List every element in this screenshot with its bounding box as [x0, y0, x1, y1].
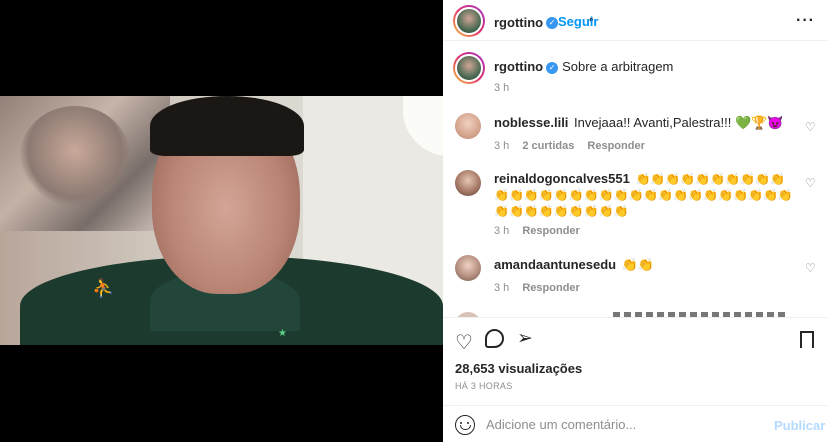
save-bookmark-icon[interactable] — [800, 331, 814, 350]
commenter-username[interactable]: noblesse.lili — [494, 115, 568, 130]
post-caption: rgottino ✓ Sobre a arbitragem — [494, 59, 673, 74]
avatar[interactable] — [453, 5, 485, 37]
caption-avatar[interactable] — [453, 52, 485, 84]
video-frame[interactable]: ⛹ ★ — [0, 96, 443, 345]
reply-button[interactable]: Responder — [522, 282, 579, 294]
commenter-avatar[interactable] — [455, 113, 481, 139]
star-icon: ★ — [278, 328, 287, 339]
post-header: rgottino ✓ • Seguir ··· — [443, 0, 828, 41]
emoji-picker-icon[interactable] — [455, 415, 475, 435]
like-heart-icon[interactable]: ♡ — [805, 176, 816, 190]
reply-button[interactable]: Responder — [587, 140, 644, 152]
view-count[interactable]: 28,653 visualizações — [455, 361, 582, 376]
comment-item-partial — [443, 310, 828, 317]
comments-list[interactable]: noblesse.lili Invejaaa!! Avanti,Palestra… — [443, 100, 828, 317]
comment-time: 3 h — [494, 225, 510, 237]
follow-button[interactable]: Seguir — [558, 14, 598, 29]
author-username[interactable]: rgottino — [494, 15, 543, 30]
like-heart-icon[interactable]: ♡ — [455, 330, 473, 355]
comment-text: 👏👏 — [621, 257, 655, 272]
comment-text: Invejaaa!! Avanti,Palestra!!! 💚🏆😈 — [574, 115, 784, 130]
jordan-logo-icon: ⛹ — [92, 278, 115, 298]
publish-button[interactable]: Publicar — [774, 418, 825, 433]
comment-time: 3 h — [494, 282, 510, 294]
more-options-icon[interactable]: ··· — [796, 12, 815, 30]
comment-bubble-icon[interactable] — [485, 329, 504, 348]
commenter-avatar[interactable] — [455, 255, 481, 281]
post-time-ago[interactable]: HÁ 3 HORAS — [455, 381, 513, 391]
caption-text: Sobre a arbitragem — [562, 59, 674, 74]
caption-timestamp: 3 h — [494, 82, 510, 94]
comment-input[interactable] — [486, 417, 766, 432]
post-actions: ♡ ➢ 28,653 visualizações HÁ 3 HORAS Publ… — [443, 317, 828, 442]
share-paper-plane-icon[interactable]: ➢ — [517, 327, 533, 350]
video-player[interactable]: ⛹ ★ — [0, 0, 443, 442]
like-heart-icon[interactable]: ♡ — [805, 261, 816, 275]
commenter-username[interactable]: reinaldogoncalves551 — [494, 171, 630, 186]
comment-time: 3 h — [494, 140, 510, 152]
caption-username[interactable]: rgottino — [494, 59, 543, 74]
verified-badge-icon: ✓ — [546, 61, 559, 74]
comment-likes[interactable]: 2 curtidas — [522, 140, 574, 152]
reply-button[interactable]: Responder — [522, 225, 579, 237]
commenter-avatar[interactable] — [455, 170, 481, 196]
verified-badge-icon: ✓ — [546, 16, 559, 29]
like-heart-icon[interactable]: ♡ — [805, 120, 816, 134]
add-comment-row: Publicar — [443, 405, 828, 442]
post-panel: rgottino ✓ • Seguir ··· rgottino ✓ Sobre a … — [443, 0, 828, 442]
commenter-username[interactable]: amandaantunesedu — [494, 257, 616, 272]
